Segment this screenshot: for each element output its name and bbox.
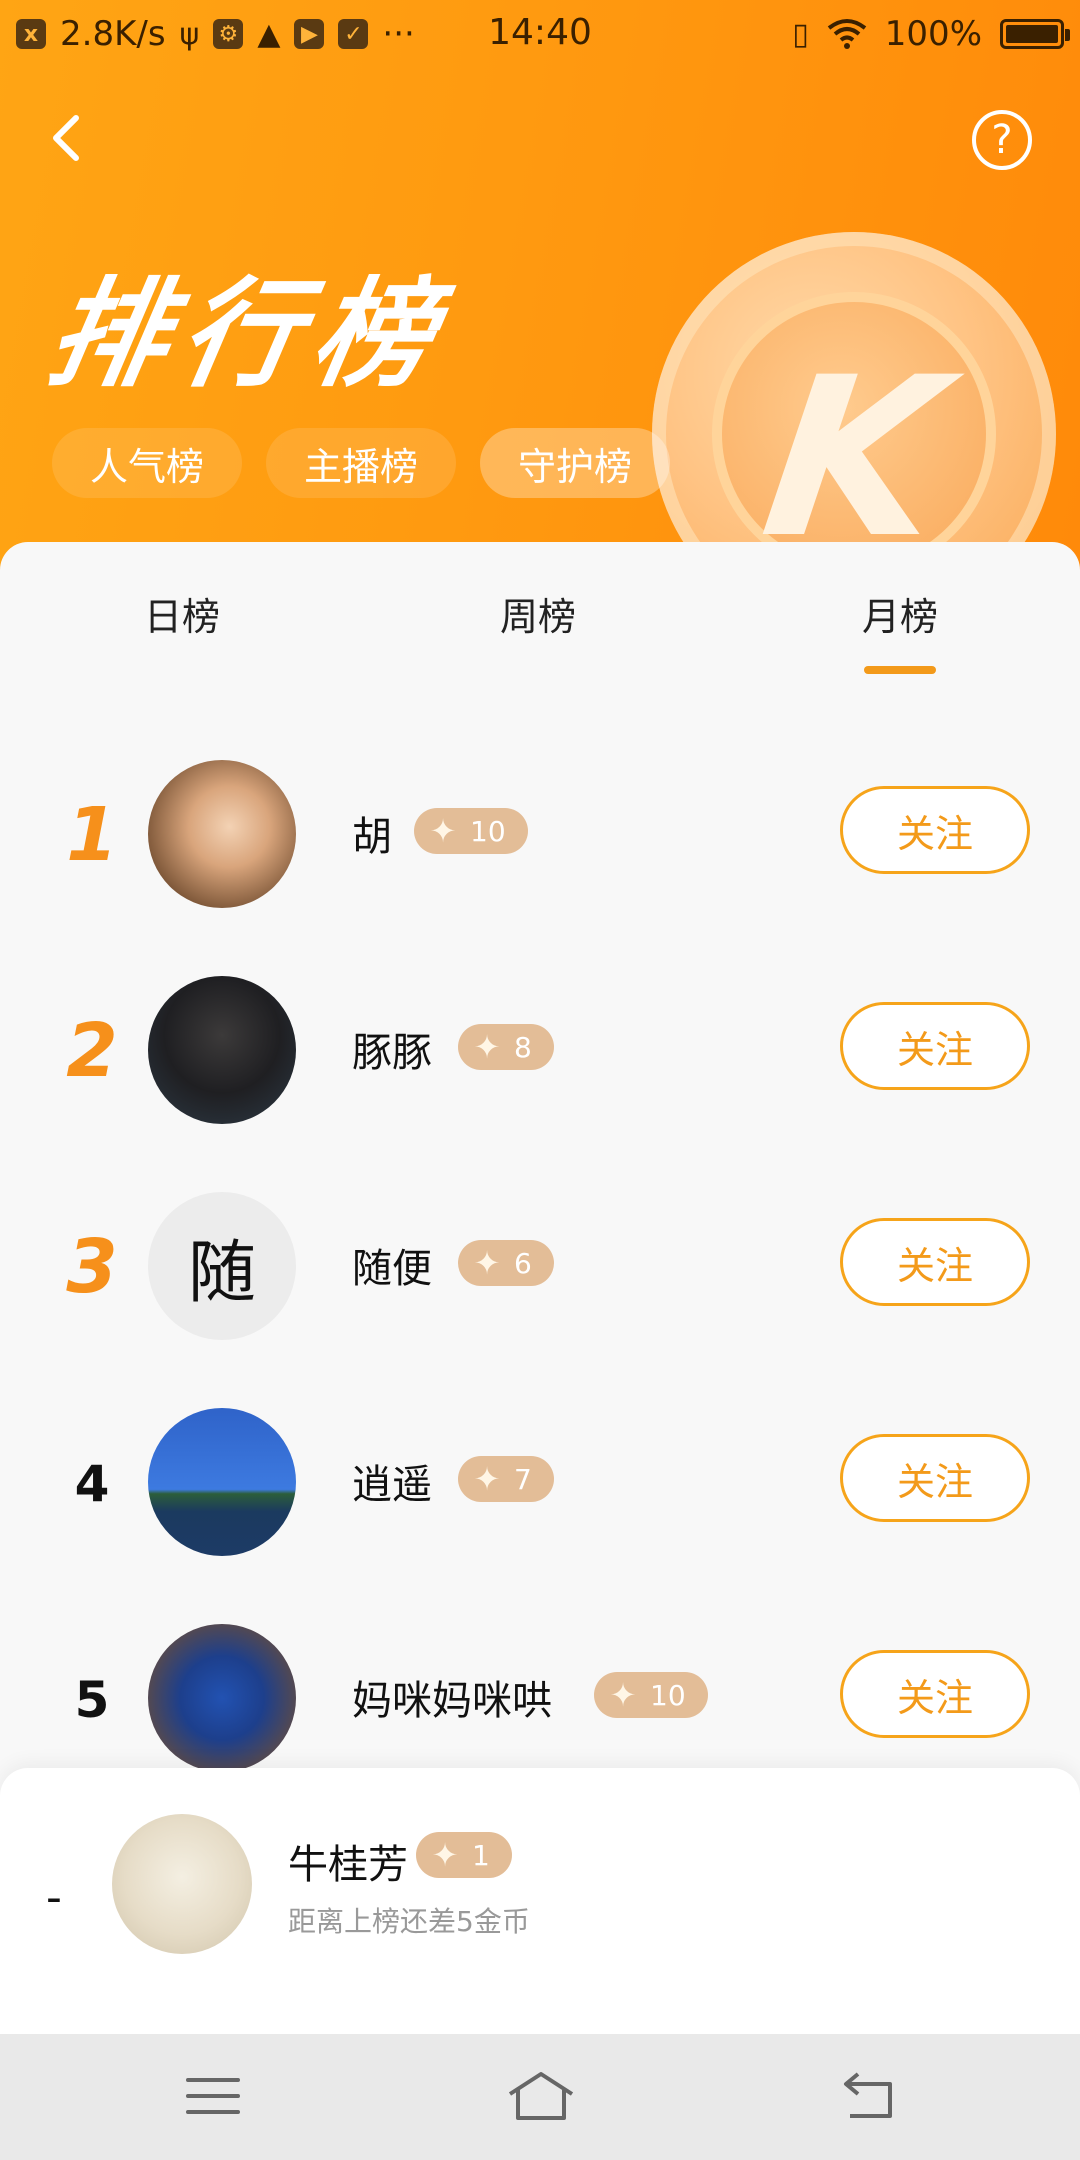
level-value: 6 <box>514 1246 532 1280</box>
status-bar: x 2.8K/s ψ ⚙ ▲ ▶ ✓ ··· 14:40 ▯ 100% <box>0 0 1080 72</box>
list-item[interactable]: 3 随 随便 ✦ 6 关注 <box>0 1184 1080 1344</box>
tab-daily[interactable]: 日榜 <box>144 586 220 641</box>
star-icon: ✦ <box>473 1460 501 1498</box>
user-name: 随便 <box>352 1246 432 1292</box>
follow-button[interactable]: 关注 <box>840 1650 1030 1738</box>
level-value: 8 <box>514 1030 532 1064</box>
list-item[interactable]: 4 逍遥 ✦ 7 关注 <box>0 1400 1080 1560</box>
wifi-icon <box>827 19 867 49</box>
my-avatar[interactable] <box>112 1814 252 1954</box>
my-name: 牛桂芳 <box>288 1842 408 1888</box>
active-tab-indicator <box>864 666 936 674</box>
star-icon: ✦ <box>473 1244 501 1282</box>
avatar[interactable] <box>148 760 296 908</box>
battery-percent: 100% <box>884 14 982 54</box>
rank-number: 5 <box>74 1671 110 1729</box>
tab-monthly[interactable]: 月榜 <box>862 586 938 641</box>
tab-guardian[interactable]: 守护榜 <box>480 428 671 498</box>
list-item[interactable]: 2 豚豚 ✦ 8 关注 <box>0 968 1080 1128</box>
vibrate-icon: ▯ <box>792 16 809 52</box>
avatar[interactable] <box>148 976 296 1124</box>
coins-needed-hint: 距离上榜还差5金币 <box>288 1905 530 1938</box>
menu-icon <box>186 2078 240 2114</box>
level-badge: ✦ 8 <box>458 1024 554 1070</box>
level-badge: ✦ 10 <box>414 808 528 854</box>
page-title: 排行榜 <box>37 265 459 403</box>
tab-anchor[interactable]: 主播榜 <box>266 428 457 498</box>
follow-button[interactable]: 关注 <box>840 1002 1030 1090</box>
level-value: 7 <box>514 1462 532 1496</box>
category-tabs: 人气榜 主播榜 守护榜 <box>52 428 671 498</box>
rank-number: 3 <box>66 1224 118 1310</box>
level-badge: ✦ 10 <box>594 1672 708 1718</box>
avatar[interactable] <box>148 1624 296 1772</box>
avatar[interactable] <box>148 1408 296 1556</box>
help-button[interactable]: ? <box>972 110 1032 170</box>
follow-button[interactable]: 关注 <box>840 1434 1030 1522</box>
header-banner: x 2.8K/s ψ ⚙ ▲ ▶ ✓ ··· 14:40 ▯ 100% ? 排行… <box>0 0 1080 600</box>
star-icon: ✦ <box>473 1028 501 1066</box>
home-button[interactable] <box>496 2066 586 2126</box>
tab-popularity[interactable]: 人气榜 <box>52 428 243 498</box>
rank-number: 2 <box>66 1008 118 1094</box>
level-value: 1 <box>472 1838 490 1872</box>
chevron-left-icon <box>53 115 79 161</box>
follow-button[interactable]: 关注 <box>840 1218 1030 1306</box>
follow-button[interactable]: 关注 <box>840 786 1030 874</box>
my-rank-card: - 牛桂芳 ✦ 1 距离上榜还差5金币 <box>0 1768 1080 2034</box>
avatar[interactable]: 随 <box>148 1192 296 1340</box>
my-level-badge: ✦ 1 <box>416 1832 512 1878</box>
back-nav-button[interactable] <box>824 2066 914 2126</box>
user-name: 妈咪妈咪哄 <box>352 1678 552 1724</box>
home-icon <box>508 2072 574 2120</box>
level-badge: ✦ 7 <box>458 1456 554 1502</box>
system-nav-bar <box>0 2034 1080 2160</box>
menu-button[interactable] <box>168 2066 258 2126</box>
user-name: 胡 <box>352 814 392 860</box>
level-badge: ✦ 6 <box>458 1240 554 1286</box>
star-icon: ✦ <box>429 812 457 850</box>
level-value: 10 <box>470 814 506 848</box>
my-rank: - <box>46 1872 62 1923</box>
period-tabs: 日榜 周榜 月榜 <box>0 542 1080 682</box>
list-item[interactable]: 1 胡 ✦ 10 关注 <box>0 752 1080 912</box>
rank-number: 4 <box>74 1455 110 1513</box>
list-item[interactable]: 5 妈咪妈咪哄 ✦ 10 关注 <box>0 1616 1080 1776</box>
tab-weekly[interactable]: 周榜 <box>500 586 576 641</box>
star-icon: ✦ <box>431 1836 459 1874</box>
star-icon: ✦ <box>609 1676 637 1714</box>
battery-icon <box>1000 19 1070 49</box>
rank-number: 1 <box>66 792 118 878</box>
question-icon: ? <box>991 117 1013 163</box>
level-value: 10 <box>650 1678 686 1712</box>
return-icon <box>844 2072 892 2118</box>
user-name: 豚豚 <box>352 1030 432 1076</box>
user-name: 逍遥 <box>352 1462 432 1508</box>
back-button[interactable] <box>40 108 100 168</box>
